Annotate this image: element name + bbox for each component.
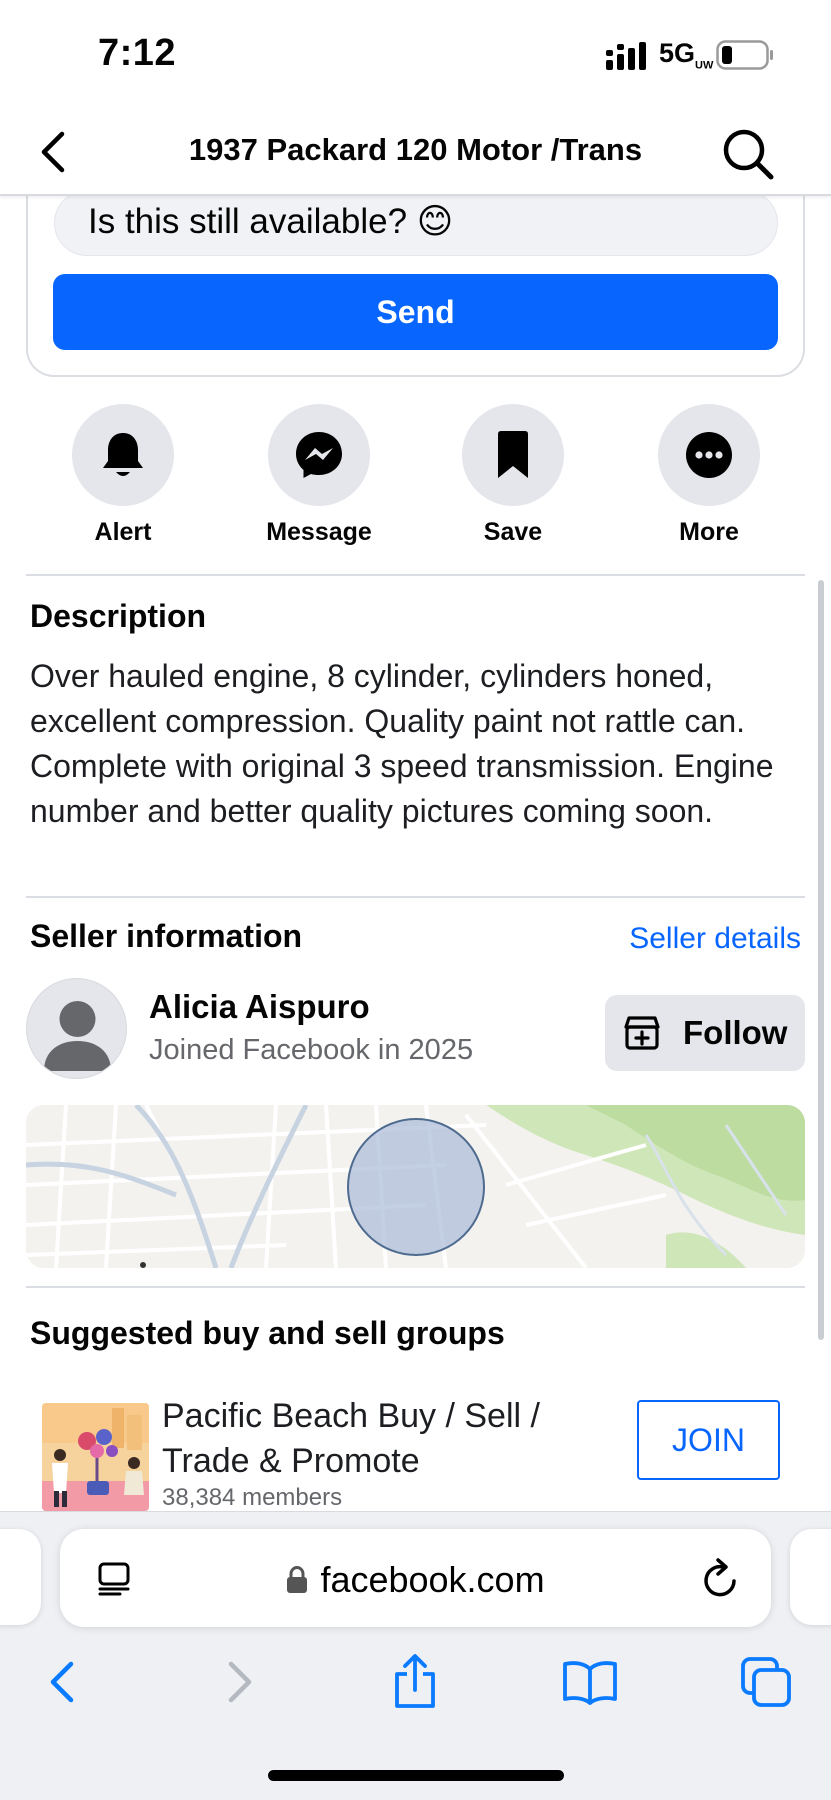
next-tab-preview[interactable] bbox=[790, 1529, 831, 1625]
share-icon bbox=[395, 1654, 435, 1708]
message-label: Message bbox=[266, 518, 372, 546]
page-title: 1937 Packard 120 Motor /Trans bbox=[188, 132, 643, 167]
default-avatar-icon bbox=[44, 1001, 111, 1071]
location-map[interactable] bbox=[26, 1105, 805, 1268]
seller-name[interactable]: Alicia Aispuro bbox=[149, 988, 370, 1026]
chevron-left-icon[interactable] bbox=[34, 128, 74, 176]
address-bar[interactable]: facebook.com bbox=[60, 1529, 771, 1627]
status-time: 7:12 bbox=[98, 32, 177, 74]
description-text: Over hauled engine, 8 cylinder, cylinder… bbox=[30, 658, 774, 829]
nav-header: 1937 Packard 120 Motor /Trans bbox=[0, 110, 831, 196]
group-members: 38,384 members bbox=[162, 1484, 343, 1511]
battery-icon bbox=[716, 40, 773, 70]
message-input[interactable]: Is this still available? 😊 bbox=[54, 190, 778, 256]
bookmarks-button[interactable] bbox=[560, 1652, 620, 1712]
save-button[interactable]: Save bbox=[443, 404, 583, 554]
groups-title: Suggested buy and sell groups bbox=[30, 1315, 505, 1351]
home-indicator[interactable] bbox=[268, 1770, 564, 1781]
url-display[interactable]: facebook.com bbox=[60, 1559, 771, 1601]
description-title: Description bbox=[30, 598, 207, 634]
group-image bbox=[42, 1403, 149, 1511]
storefront-add-icon bbox=[624, 1016, 660, 1050]
divider bbox=[26, 574, 805, 576]
send-button[interactable]: Send bbox=[53, 274, 778, 350]
reload-icon[interactable] bbox=[701, 1557, 741, 1599]
tabs-icon bbox=[741, 1657, 791, 1707]
alert-label: Alert bbox=[94, 518, 152, 546]
divider bbox=[26, 1286, 805, 1288]
chevron-right-icon bbox=[228, 1661, 252, 1703]
seller-info-title: Seller information bbox=[30, 918, 303, 954]
bell-icon bbox=[103, 433, 143, 476]
bookmark-icon bbox=[498, 431, 528, 478]
message-button[interactable]: Message bbox=[249, 404, 389, 554]
scrollbar[interactable] bbox=[818, 580, 824, 1340]
avatar[interactable] bbox=[26, 978, 127, 1079]
book-icon bbox=[563, 1661, 617, 1705]
divider bbox=[26, 896, 805, 898]
tabs-button[interactable] bbox=[736, 1652, 796, 1712]
seller-joined: Joined Facebook in 2025 bbox=[149, 1034, 474, 1066]
messenger-icon bbox=[296, 432, 342, 478]
status-bar: 7:12 5GUW bbox=[0, 0, 831, 110]
browser-back-button[interactable] bbox=[32, 1652, 92, 1712]
group-name[interactable]: Pacific Beach Buy / Sell / Trade & Promo… bbox=[162, 1394, 582, 1484]
url-text: facebook.com bbox=[320, 1559, 545, 1600]
search-icon[interactable] bbox=[720, 126, 776, 182]
lock-icon bbox=[287, 1566, 308, 1593]
save-label: Save bbox=[483, 518, 543, 546]
follow-label: Follow bbox=[683, 1014, 788, 1051]
network-indicator: 5GUW bbox=[659, 38, 714, 72]
more-label: More bbox=[679, 518, 739, 546]
share-button[interactable] bbox=[385, 1652, 445, 1712]
map-graphic bbox=[26, 1105, 805, 1268]
chevron-left-icon bbox=[50, 1661, 74, 1703]
cellular-signal-icon bbox=[606, 42, 646, 70]
more-button[interactable]: More bbox=[639, 404, 779, 554]
more-icon bbox=[686, 432, 732, 478]
group-thumbnail[interactable] bbox=[42, 1403, 149, 1511]
follow-button[interactable]: Follow bbox=[605, 995, 805, 1071]
join-group-button[interactable]: JOIN bbox=[637, 1400, 780, 1480]
previous-tab-preview[interactable] bbox=[0, 1529, 41, 1625]
browser-forward-button[interactable] bbox=[210, 1652, 270, 1712]
alert-button[interactable]: Alert bbox=[53, 404, 193, 554]
seller-details-link[interactable]: Seller details bbox=[629, 922, 801, 956]
